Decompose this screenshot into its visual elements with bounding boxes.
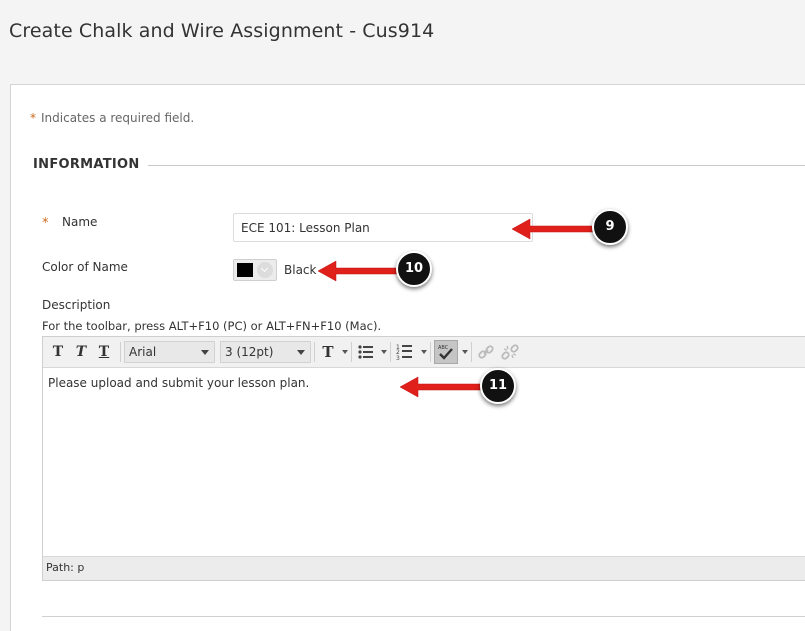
- callout-arrow-9: [512, 218, 598, 240]
- bold-button[interactable]: T: [47, 341, 69, 363]
- name-input[interactable]: [233, 213, 533, 242]
- unlink-icon[interactable]: [499, 341, 521, 363]
- spellcheck-icon: ABC: [438, 345, 453, 360]
- color-picker-button[interactable]: [233, 259, 277, 281]
- required-star: *: [30, 111, 36, 125]
- section-heading-information: INFORMATION: [33, 157, 140, 172]
- bullet-list-dropdown-icon[interactable]: [381, 350, 387, 354]
- callout-badge-10: 10: [396, 251, 432, 287]
- numbered-list-icon[interactable]: 1 2 3: [394, 341, 416, 363]
- rich-text-editor: T T T Arial 3 (12pt) T 1 2 3 ABC Please …: [42, 336, 805, 581]
- name-required-star: *: [42, 216, 49, 231]
- callout-arrow-10: [318, 260, 402, 282]
- toolbar-divider: [314, 342, 315, 362]
- underline-button[interactable]: T: [93, 341, 115, 363]
- color-name-text: Black: [284, 263, 317, 277]
- toolbar-divider: [351, 342, 352, 362]
- name-label: Name: [62, 215, 98, 229]
- text-color-button[interactable]: T: [317, 341, 339, 363]
- toolbar-divider: [390, 342, 391, 362]
- bullet-list-icon[interactable]: [355, 341, 377, 363]
- required-note-text: Indicates a required field.: [41, 111, 195, 125]
- toolbar-hint: For the toolbar, press ALT+F10 (PC) or A…: [42, 319, 382, 333]
- spellcheck-dropdown-icon[interactable]: [462, 350, 468, 354]
- font-size-value: 3 (12pt): [225, 345, 274, 359]
- font-family-value: Arial: [129, 345, 157, 359]
- editor-path-bar: Path: p: [43, 556, 805, 580]
- color-swatch: [237, 263, 253, 277]
- font-size-select[interactable]: 3 (12pt): [220, 341, 311, 363]
- section-divider: [148, 165, 805, 166]
- required-field-note: * Indicates a required field.: [30, 111, 194, 125]
- color-of-name-label: Color of Name: [42, 260, 128, 274]
- callout-arrow-11: [400, 376, 486, 398]
- caret-down-icon: [201, 350, 209, 355]
- chevron-down-icon: [257, 262, 273, 278]
- editor-toolbar: T T T Arial 3 (12pt) T 1 2 3 ABC: [43, 337, 805, 368]
- callout-badge-9: 9: [592, 209, 628, 245]
- toolbar-divider: [430, 342, 431, 362]
- caret-down-icon: [297, 350, 305, 355]
- page-title: Create Chalk and Wire Assignment - Cus91…: [9, 20, 435, 42]
- callout-badge-11: 11: [480, 368, 516, 404]
- toolbar-divider: [471, 342, 472, 362]
- numbered-list-dropdown-icon[interactable]: [421, 350, 427, 354]
- svg-text:ABC: ABC: [438, 345, 449, 351]
- editor-content[interactable]: Please upload and submit your lesson pla…: [48, 376, 309, 390]
- font-family-select[interactable]: Arial: [124, 341, 215, 363]
- description-label: Description: [42, 298, 111, 312]
- link-icon[interactable]: [475, 341, 497, 363]
- italic-button[interactable]: T: [70, 341, 92, 363]
- section-divider-bottom: [42, 616, 805, 617]
- svg-text:3: 3: [396, 355, 400, 362]
- spellcheck-button[interactable]: ABC: [434, 340, 458, 364]
- text-color-dropdown-icon[interactable]: [342, 350, 348, 354]
- toolbar-divider: [120, 342, 121, 362]
